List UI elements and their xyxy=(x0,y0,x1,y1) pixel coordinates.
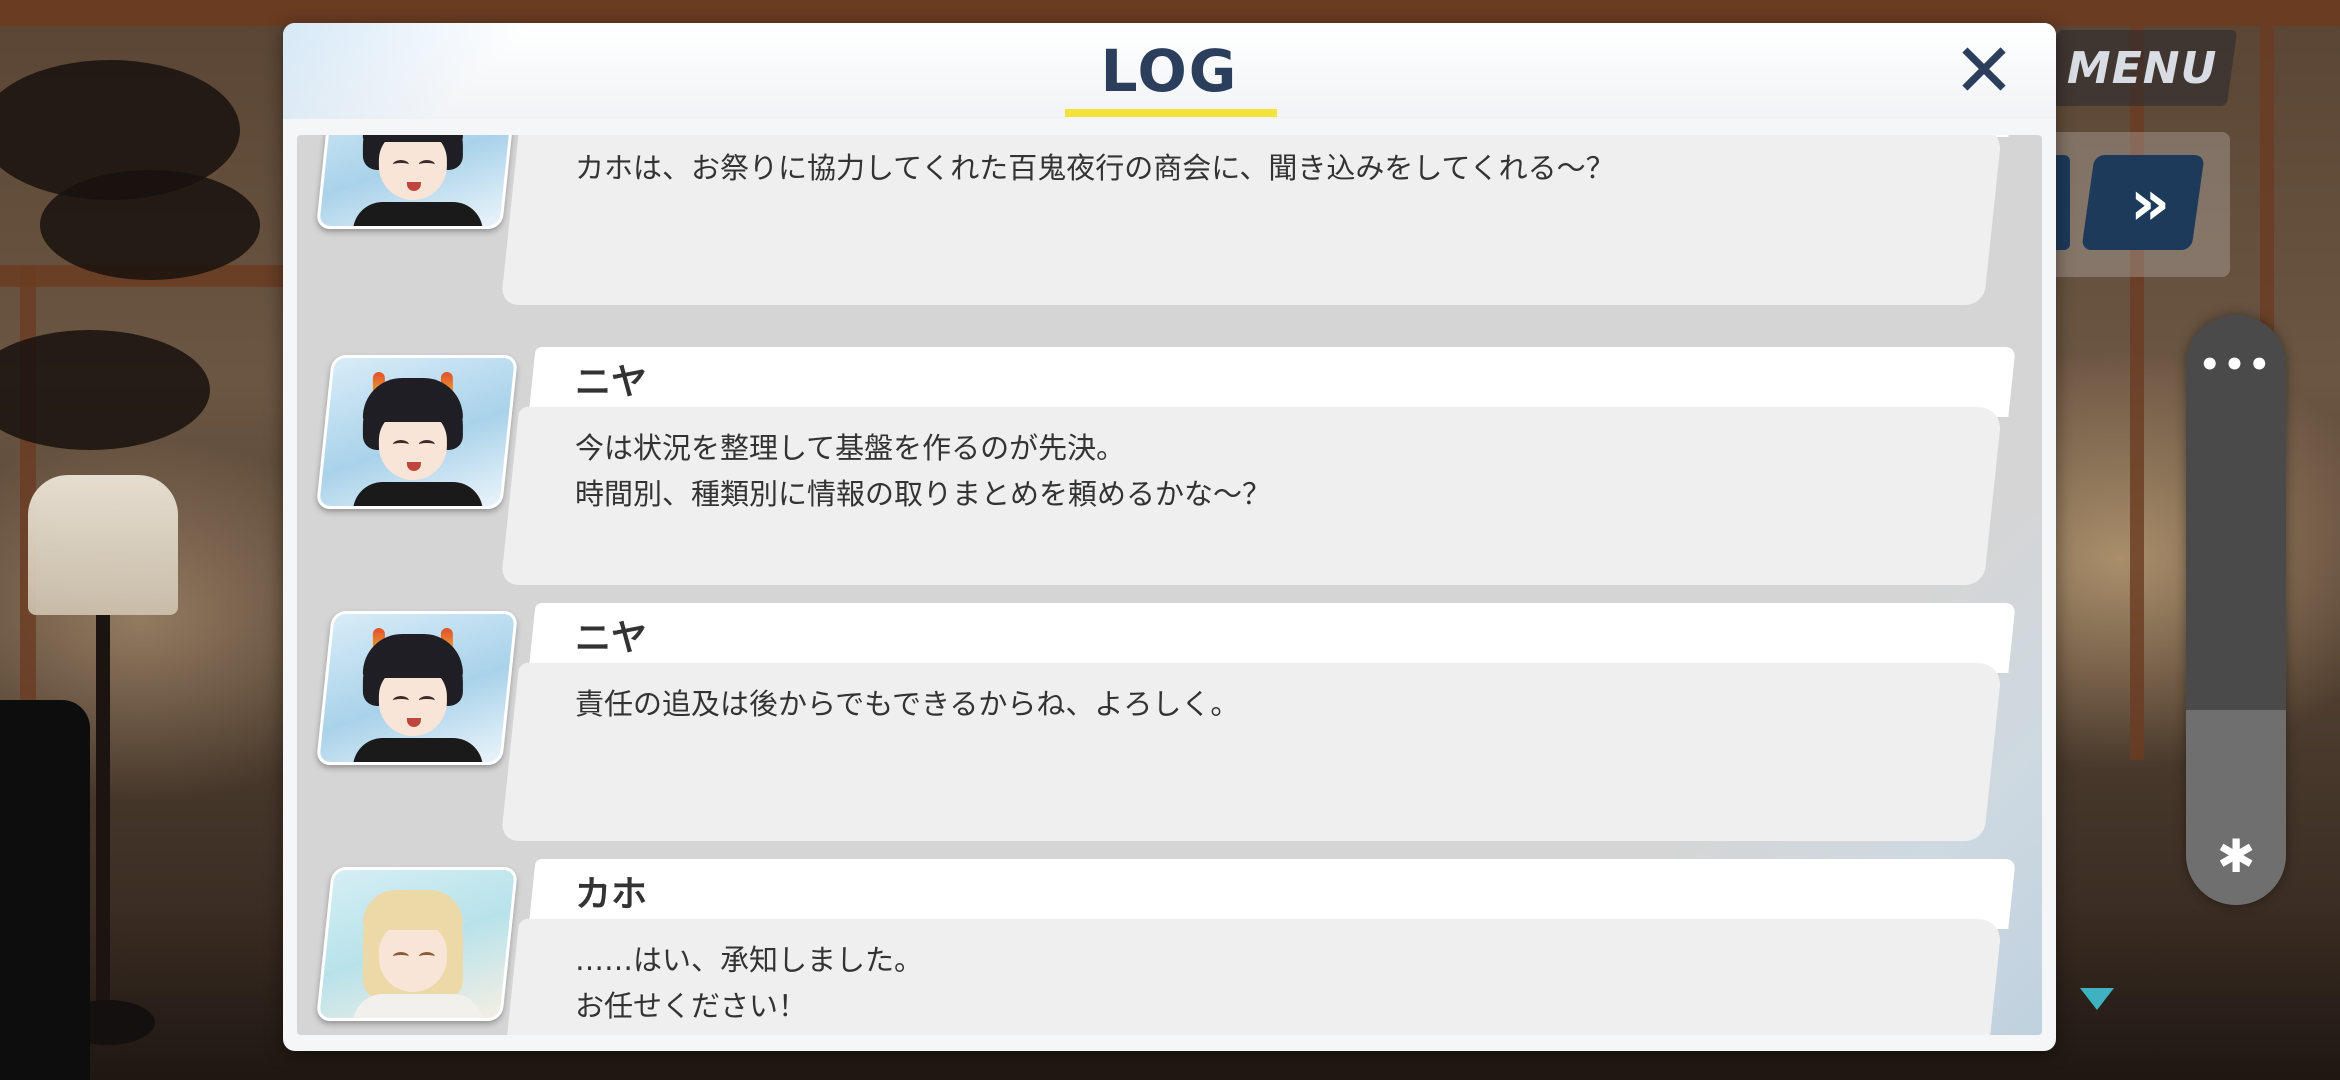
window-post xyxy=(2130,0,2144,760)
log-list[interactable]: カホは、お祭りに協力してくれた百鬼夜行の商会に、聞き込みをしてくれる～？ ニヤ … xyxy=(297,135,2042,1035)
speaker-name: ニヤ xyxy=(575,618,648,659)
message-text: 責任の追及は後からでもできるからね、よろしく。 xyxy=(575,687,1240,721)
niya-portrait xyxy=(315,135,519,229)
more-icon[interactable]: ••• xyxy=(2186,345,2286,385)
device-overlay xyxy=(0,700,90,1080)
niya-portrait xyxy=(315,611,519,765)
fast-forward-button[interactable]: » xyxy=(2081,155,2205,250)
dialog-header: LOG ✕ xyxy=(283,23,2056,119)
log-entry: ニヤ 責任の追及は後からでもできるからね、よろしく。 xyxy=(297,603,2042,853)
menu-label: MENU xyxy=(2066,42,2218,94)
log-dialog: LOG ✕ カホは、お祭りに協力してくれた百鬼夜行の商会に、聞き込みをしてくれる… xyxy=(283,23,2056,1051)
dialog-title: LOG xyxy=(1100,37,1239,105)
bluetooth-icon[interactable]: ✱ xyxy=(2186,829,2286,883)
system-side-panel[interactable]: ••• ✱ xyxy=(2186,315,2286,905)
message-text: 今は状況を整理して基盤を作るのが先決。 時間別、種類別に情報の取りまとめを頼める… xyxy=(575,431,1272,511)
message-text: カホは、お祭りに協力してくれた百鬼夜行の商会に、聞き込みをしてくれる～？ xyxy=(575,151,1615,185)
log-entry: ニヤ 今は状況を整理して基盤を作るのが先決。 時間別、種類別に情報の取りまとめを… xyxy=(297,347,2042,597)
speaker-name: カホ xyxy=(575,874,648,915)
menu-button[interactable]: MENU xyxy=(2046,30,2238,106)
niya-portrait xyxy=(315,355,519,509)
close-button[interactable]: ✕ xyxy=(1952,34,2016,108)
log-entry: カホ ……はい、承知しました。 お任せください！ xyxy=(297,859,2042,1035)
title-underline xyxy=(1065,109,1277,117)
lamp-shade xyxy=(28,475,178,615)
lamp-pole xyxy=(96,615,110,1035)
message-text: ……はい、承知しました。 お任せください！ xyxy=(575,943,924,1023)
kaho-portrait xyxy=(315,867,519,1021)
tree-silhouette xyxy=(0,330,210,450)
tree-silhouette xyxy=(40,170,260,280)
scroll-down-icon[interactable] xyxy=(2080,988,2114,1010)
close-icon: ✕ xyxy=(1952,28,2015,114)
fast-forward-icon: » xyxy=(2129,166,2157,239)
speaker-name: ニヤ xyxy=(575,362,648,403)
log-entry: カホは、お祭りに協力してくれた百鬼夜行の商会に、聞き込みをしてくれる～？ xyxy=(297,135,2042,317)
